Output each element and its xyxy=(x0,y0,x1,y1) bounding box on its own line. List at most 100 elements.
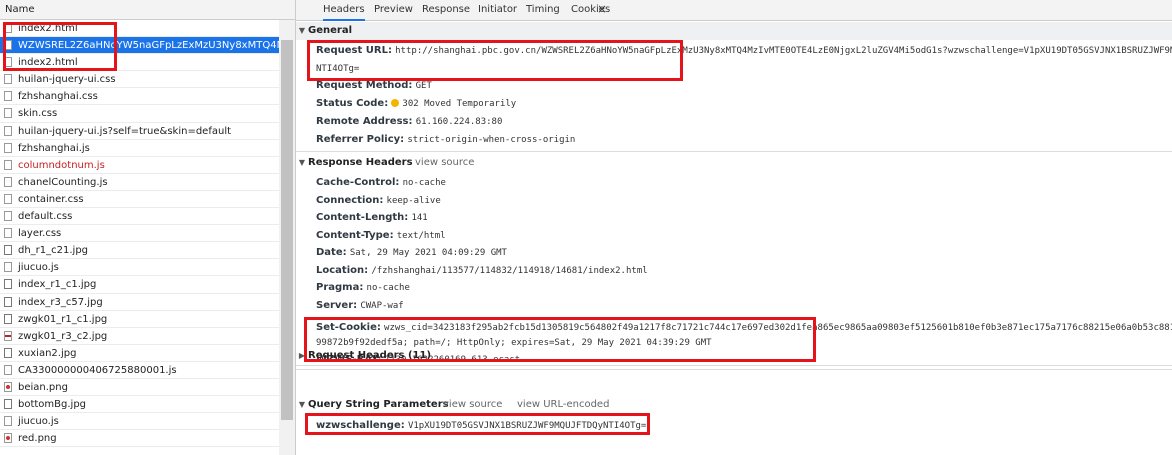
request-name: zwgk01_r3_c2.jpg xyxy=(18,330,108,342)
request-row[interactable]: dh_r1_c21.jpg xyxy=(0,242,279,260)
view-url-encoded-link[interactable]: view URL-encoded xyxy=(517,396,609,414)
request-row[interactable]: index_r1_c1.jpg xyxy=(0,276,279,294)
file-icon xyxy=(4,416,12,427)
query-string-section-header[interactable]: ▼ Query String Parameters view source vie… xyxy=(296,396,1172,414)
request-row[interactable]: chanelCounting.js xyxy=(0,174,279,191)
request-row[interactable]: zwgk01_r1_c1.jpg xyxy=(0,311,279,328)
response-header-row: Server: CWAP-waf xyxy=(316,299,404,313)
file-icon xyxy=(4,228,12,239)
scrollbar[interactable] xyxy=(279,20,295,455)
header-key: Content-Length: xyxy=(316,212,409,223)
request-row[interactable]: huilan-jquery-ui.css xyxy=(0,71,279,89)
request-name: CA330000000406725880001.js xyxy=(18,364,177,376)
request-name: beian.png xyxy=(18,381,68,393)
request-name: jiucuo.js xyxy=(18,262,59,274)
image-file-icon xyxy=(4,347,12,358)
header-key: Content-Type: xyxy=(316,229,394,241)
highlight-box-set-cookie xyxy=(304,317,816,362)
headers-panel: ▼ General Request URL: http://shanghai.pb… xyxy=(296,20,1172,455)
response-header-row: Content-Length: 141 xyxy=(316,211,428,225)
header-value: no-cache xyxy=(402,178,446,188)
file-icon xyxy=(4,211,12,222)
file-icon xyxy=(4,125,12,136)
section-title: General xyxy=(308,25,352,36)
tab-headers[interactable]: Headers xyxy=(323,0,365,21)
header-key: Location: xyxy=(316,264,369,276)
request-row[interactable]: columndotnum.js xyxy=(0,157,279,174)
tab-cookies[interactable]: Cookies xyxy=(571,0,610,20)
request-name: dh_r1_c21.jpg xyxy=(18,245,89,257)
header-key: Server: xyxy=(316,299,358,311)
view-source-link[interactable]: view source xyxy=(415,154,474,172)
request-row[interactable]: index_r3_c57.jpg xyxy=(0,294,279,311)
request-name: xuxian2.jpg xyxy=(18,347,77,359)
request-row[interactable]: container.css xyxy=(0,191,279,209)
status-dot-icon xyxy=(391,99,400,107)
general-section-header[interactable]: ▼ General xyxy=(296,22,1172,40)
expand-arrow-icon: ▼ xyxy=(298,400,306,409)
view-source-link[interactable]: view source xyxy=(443,396,502,414)
header-key: Pragma: xyxy=(316,282,364,293)
request-row[interactable]: fzhshanghai.css xyxy=(0,88,279,106)
file-icon xyxy=(4,176,12,187)
image-file-icon xyxy=(4,399,12,410)
header-value: no-cache xyxy=(366,283,410,293)
response-header-row: Content-Type: text/html xyxy=(316,229,446,243)
request-row[interactable]: huilan-jquery-ui.js?self=true&skin=defau… xyxy=(0,123,279,140)
section-title: Response Headers xyxy=(308,157,413,168)
header-key: Date: xyxy=(316,247,347,258)
name-column-header[interactable]: Name xyxy=(0,0,295,20)
request-row[interactable]: beian.png xyxy=(0,379,279,397)
file-icon xyxy=(4,74,12,85)
request-name: columndotnum.js xyxy=(18,159,105,171)
request-row[interactable]: default.css xyxy=(0,208,279,226)
divider xyxy=(296,365,1172,366)
request-row[interactable]: fzhshanghai.js xyxy=(0,140,279,157)
header-key: Request Method: xyxy=(316,80,413,91)
response-header-row: Connection: keep-alive xyxy=(316,194,441,208)
detail-tabs: × Headers Preview Response Initiator Tim… xyxy=(296,0,1172,21)
tab-response[interactable]: Response xyxy=(422,0,470,20)
highlight-box-selected-request xyxy=(3,22,117,71)
response-header-row: Date: Sat, 29 May 2021 04:09:29 GMT xyxy=(316,246,507,260)
request-row[interactable]: red.png xyxy=(0,430,279,448)
header-value: 141 xyxy=(411,213,428,223)
highlight-box-request-url xyxy=(307,40,683,81)
file-icon xyxy=(4,91,12,102)
tab-initiator[interactable]: Initiator xyxy=(478,0,517,20)
request-row[interactable]: xuxian2.jpg xyxy=(0,345,279,362)
request-row[interactable]: zwgk01_r3_c2.jpg xyxy=(0,328,279,345)
request-row[interactable]: layer.css xyxy=(0,225,279,243)
response-header-row: Location: /fzhshanghai/113577/114832/114… xyxy=(316,264,648,278)
response-header-row: Cache-Control: no-cache xyxy=(316,176,446,190)
request-row[interactable]: bottomBg.jpg xyxy=(0,396,279,414)
request-name: skin.css xyxy=(18,108,58,120)
request-row[interactable]: jiucuo.js xyxy=(0,259,279,277)
header-key: Connection: xyxy=(316,194,384,206)
file-icon xyxy=(4,193,12,204)
request-row[interactable]: jiucuo.js xyxy=(0,413,279,431)
response-headers-section-header[interactable]: ▼ Response Headers view source xyxy=(296,154,1172,172)
request-name: fzhshanghai.css xyxy=(18,91,98,103)
tab-preview[interactable]: Preview xyxy=(374,0,413,20)
section-title: Query String Parameters xyxy=(308,399,449,410)
request-name: huilan-jquery-ui.js?self=true&skin=defau… xyxy=(18,125,232,137)
scrollbar-thumb[interactable] xyxy=(281,40,293,420)
request-row[interactable]: CA330000000406725880001.js xyxy=(0,362,279,379)
remote-address-row: Remote Address: 61.160.224.83:80 xyxy=(316,115,502,129)
request-name: bottomBg.jpg xyxy=(18,399,87,411)
file-icon xyxy=(4,159,12,170)
divider xyxy=(296,151,1172,152)
request-name: chanelCounting.js xyxy=(18,176,108,188)
request-name: red.png xyxy=(18,433,57,445)
header-value: 302 Moved Temporarily xyxy=(402,99,517,109)
tab-timing[interactable]: Timing xyxy=(526,0,560,20)
file-icon xyxy=(4,108,12,119)
status-code-row: Status Code: 302 Moved Temporarily xyxy=(316,97,516,111)
request-name: fzhshanghai.js xyxy=(18,142,90,154)
image-file-icon xyxy=(4,296,12,307)
request-row[interactable]: skin.css xyxy=(0,105,279,123)
request-name: zwgk01_r1_c1.jpg xyxy=(18,313,108,325)
header-value: CWAP-waf xyxy=(360,300,404,311)
image-file-icon xyxy=(4,330,12,341)
